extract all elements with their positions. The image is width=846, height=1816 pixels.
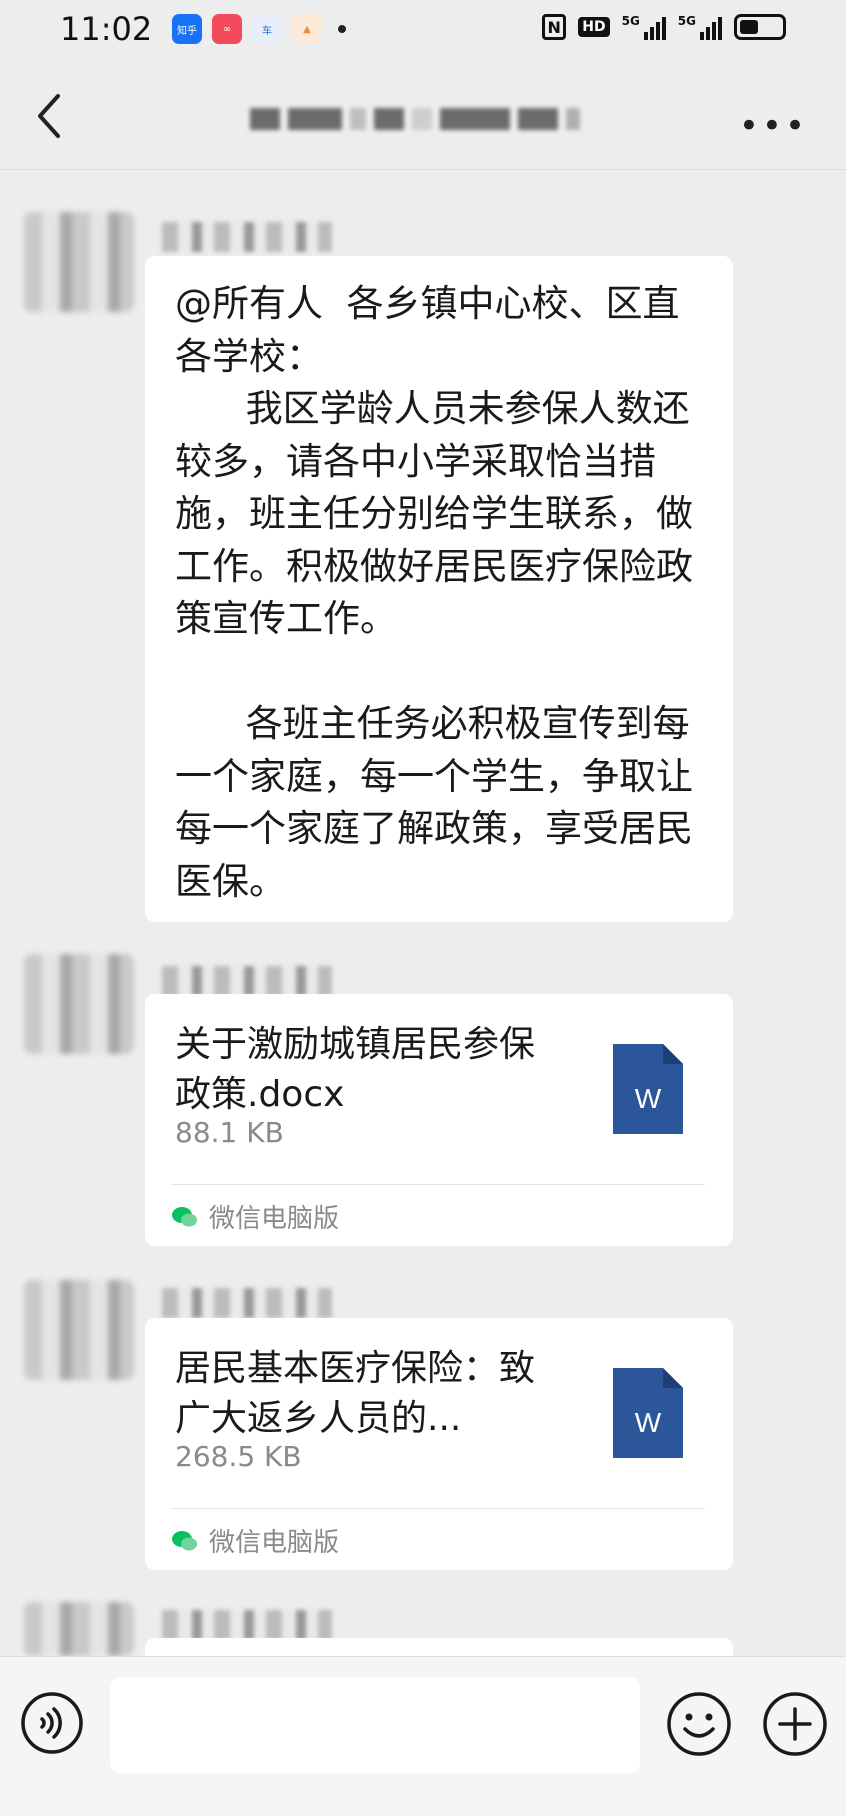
word-doc-letter: W bbox=[635, 1407, 662, 1438]
word-doc-icon: W bbox=[613, 1044, 683, 1134]
app-icon-car: 车 bbox=[252, 14, 282, 44]
zhihu-app-icon: 知乎 bbox=[172, 14, 202, 44]
word-doc-letter: W bbox=[635, 1083, 662, 1114]
sender-avatar[interactable] bbox=[24, 954, 134, 1054]
sender-avatar[interactable] bbox=[24, 1280, 134, 1380]
emoji-icon[interactable] bbox=[666, 1691, 732, 1757]
voice-input-icon[interactable] bbox=[20, 1691, 84, 1755]
file-message-card[interactable]: 关于激励城镇居民参保政策.docx 88.1 KB W 微信电脑版 bbox=[145, 994, 733, 1246]
notification-app-icons: 知乎 ∞ 车 ▲ bbox=[172, 14, 346, 44]
file-source-label: 微信电脑版 bbox=[209, 1204, 340, 1234]
battery-icon bbox=[734, 14, 786, 40]
wechat-icon bbox=[172, 1530, 197, 1550]
app-icon-red: ∞ bbox=[212, 14, 242, 44]
back-icon[interactable] bbox=[30, 88, 70, 144]
file-name: 居民基本医疗保险：致广大返乡人员的... bbox=[175, 1348, 536, 1439]
card-divider bbox=[171, 1508, 705, 1509]
file-source: 微信电脑版 bbox=[171, 1198, 339, 1235]
sender-avatar[interactable] bbox=[24, 1602, 134, 1656]
signal-icon-2: 5G bbox=[678, 14, 722, 40]
app-icon-game: ▲ bbox=[292, 14, 322, 44]
nfc-icon: N bbox=[542, 14, 567, 40]
more-notifications-dot bbox=[338, 25, 346, 33]
sender-avatar[interactable] bbox=[24, 212, 134, 312]
word-doc-icon: W bbox=[613, 1368, 683, 1458]
plus-icon[interactable] bbox=[762, 1691, 828, 1757]
hd-voice-icon: HD bbox=[578, 17, 610, 37]
file-name: 关于激励城镇居民参保政策.docx bbox=[175, 1024, 536, 1115]
wechat-icon bbox=[172, 1206, 197, 1226]
more-options-icon[interactable]: ••• bbox=[739, 106, 808, 146]
signal-icon: 5G bbox=[622, 14, 666, 40]
chat-title-redacted bbox=[250, 102, 630, 136]
file-message-card[interactable]: 居民基本医疗保险：致广大返乡人员的... 268.5 KB W 微信电脑版 bbox=[145, 1318, 733, 1570]
chat-header: ••• bbox=[0, 62, 846, 170]
sender-name-redacted bbox=[162, 1288, 332, 1318]
message-bubble[interactable]: @所有人 各乡镇中心校、区直各学校： 我区学龄人员未参保人数还较多，请各中小学采… bbox=[145, 256, 733, 922]
network-type-label: 5G bbox=[621, 14, 640, 28]
file-size: 268.5 KB bbox=[175, 1440, 302, 1473]
file-source-label: 微信电脑版 bbox=[209, 1528, 340, 1558]
message-input[interactable] bbox=[110, 1677, 640, 1773]
status-bar: 11:02 知乎 ∞ 车 ▲ N HD 5G 5G bbox=[0, 0, 846, 62]
message-text: @所有人 各乡镇中心校、区直各学校： 我区学龄人员未参保人数还较多，请各中小学采… bbox=[175, 282, 693, 903]
input-bar bbox=[0, 1656, 846, 1816]
sender-name-redacted bbox=[162, 222, 332, 252]
file-source: 微信电脑版 bbox=[171, 1522, 339, 1559]
file-size: 88.1 KB bbox=[175, 1116, 284, 1149]
status-time: 11:02 bbox=[60, 10, 153, 48]
network-type-label-2: 5G bbox=[677, 14, 696, 28]
sender-name-redacted bbox=[162, 966, 332, 996]
sender-name-redacted bbox=[162, 1610, 332, 1640]
card-divider bbox=[171, 1184, 705, 1185]
system-indicators: N HD 5G 5G bbox=[542, 14, 786, 40]
